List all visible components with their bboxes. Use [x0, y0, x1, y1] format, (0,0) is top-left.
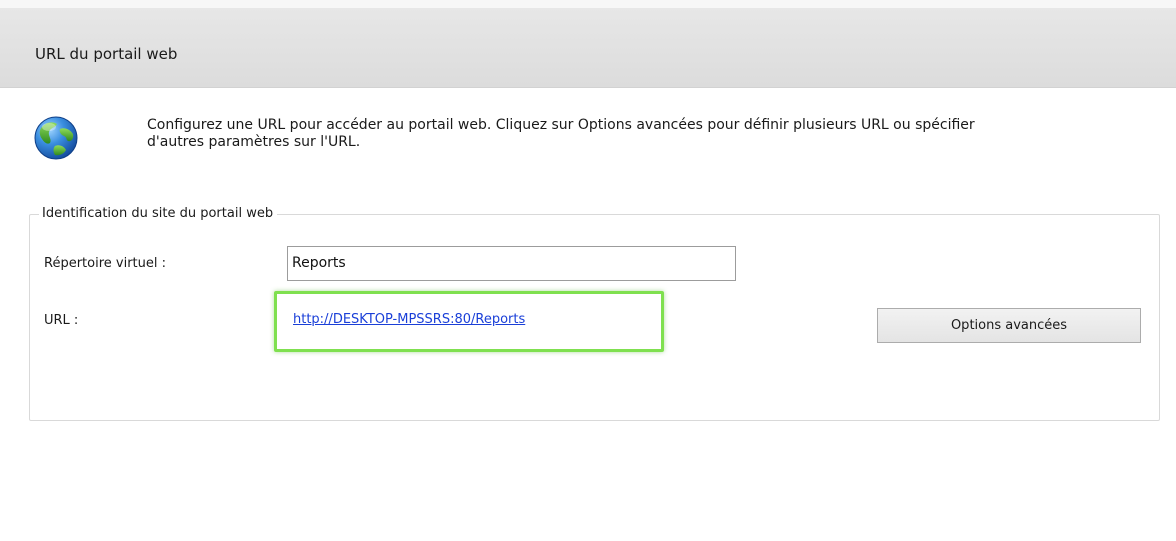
intro-description: Configurez une URL pour accéder au porta… [147, 117, 1147, 151]
globe-icon [33, 115, 79, 161]
virtual-directory-input[interactable] [287, 246, 736, 281]
intro-line-1: Configurez une URL pour accéder au porta… [147, 117, 975, 133]
virtual-directory-label: Répertoire virtuel : [44, 256, 167, 271]
report-server-config-page: URL du portail web Configurez une URL po… [0, 0, 1176, 541]
portal-url-link[interactable]: http://DESKTOP-MPSSRS:80/Reports [293, 312, 525, 327]
advanced-options-button[interactable]: Options avancées [877, 308, 1141, 343]
page-title: URL du portail web [35, 45, 178, 63]
top-strip [0, 0, 1176, 8]
url-label: URL : [44, 313, 79, 328]
intro-line-2: d'autres paramètres sur l'URL. [147, 134, 361, 150]
page-header: URL du portail web [0, 8, 1176, 88]
site-identification-legend: Identification du site du portail web [39, 205, 278, 222]
